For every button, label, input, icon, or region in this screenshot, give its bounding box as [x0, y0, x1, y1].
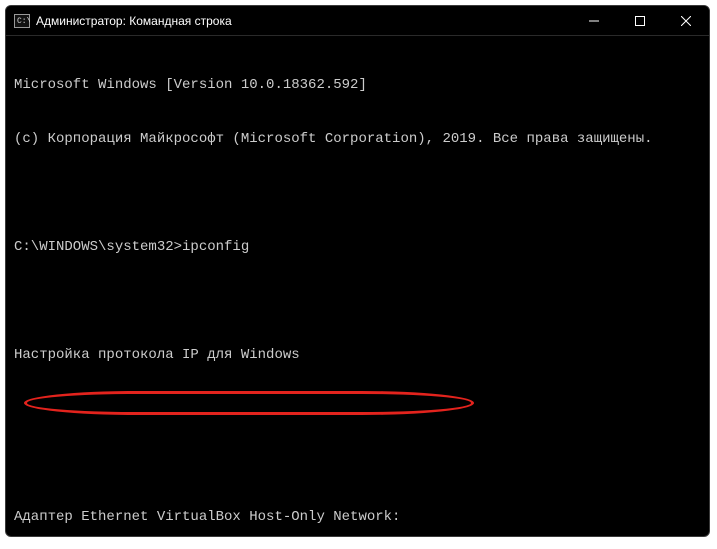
minimize-button[interactable] [571, 6, 617, 35]
close-button[interactable] [663, 6, 709, 35]
output-heading: Настройка протокола IP для Windows [14, 346, 701, 364]
output-blank [14, 292, 701, 310]
output-blank [14, 400, 701, 418]
titlebar: C:\ Администратор: Командная строка [6, 6, 709, 36]
window-controls [571, 6, 709, 35]
output-blank [14, 454, 701, 472]
title-left: C:\ Администратор: Командная строка [6, 13, 232, 29]
output-blank [14, 184, 701, 202]
cmd-icon: C:\ [14, 13, 30, 29]
adapter-title: Адаптер Ethernet VirtualBox Host-Only Ne… [14, 508, 701, 526]
svg-text:C:\: C:\ [17, 17, 30, 26]
window-title: Администратор: Командная строка [36, 14, 232, 28]
output-line: Microsoft Windows [Version 10.0.18362.59… [14, 76, 701, 94]
terminal-content[interactable]: Microsoft Windows [Version 10.0.18362.59… [6, 36, 709, 537]
output-line: (c) Корпорация Майкрософт (Microsoft Cor… [14, 130, 701, 148]
cmd-window: C:\ Администратор: Командная строка Micr… [5, 5, 710, 537]
prompt-line: C:\WINDOWS\system32>ipconfig [14, 238, 701, 256]
maximize-button[interactable] [617, 6, 663, 35]
